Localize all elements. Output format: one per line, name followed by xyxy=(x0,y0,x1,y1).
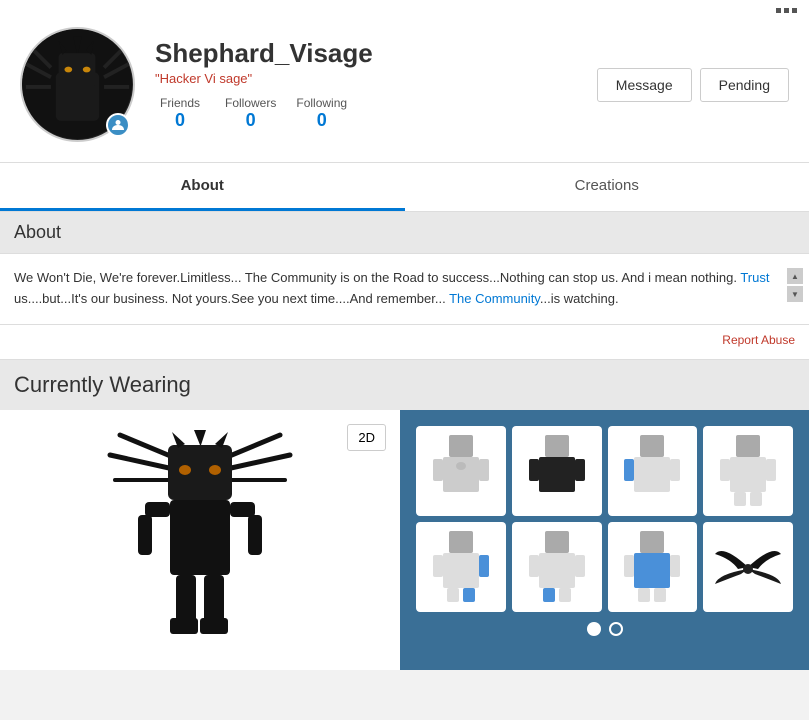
character-preview: 2D xyxy=(0,410,400,670)
item-6[interactable] xyxy=(512,522,602,612)
profile-status: "Hacker Vi sage" xyxy=(155,71,597,86)
about-heading: About xyxy=(0,212,809,254)
profile-stats: Friends 0 Followers 0 Following 0 xyxy=(155,96,597,131)
report-wrap: Report Abuse xyxy=(0,325,809,360)
wearing-content: 2D xyxy=(0,410,809,670)
tabs: About Creations xyxy=(0,163,809,212)
pending-button[interactable]: Pending xyxy=(700,68,789,102)
menu-dot-1 xyxy=(776,8,781,13)
following-stat: Following 0 xyxy=(296,96,367,131)
followers-label: Followers xyxy=(225,96,276,110)
profile-name: Shephard_Visage xyxy=(155,38,597,69)
view-2d-button[interactable]: 2D xyxy=(347,424,386,451)
scroll-down[interactable]: ▼ xyxy=(787,286,803,302)
nav-dot-1[interactable] xyxy=(587,622,601,636)
item-4-icon xyxy=(718,433,778,508)
item-2-icon xyxy=(527,433,587,508)
items-grid xyxy=(416,426,793,612)
following-label: Following xyxy=(296,96,347,110)
following-value: 0 xyxy=(296,110,347,131)
item-1-icon xyxy=(431,433,491,508)
item-3-icon xyxy=(622,433,682,508)
items-nav-dots xyxy=(416,612,793,646)
followers-stat: Followers 0 xyxy=(225,96,296,131)
item-1[interactable] xyxy=(416,426,506,516)
profile-actions: Message Pending xyxy=(597,68,789,102)
tab-about[interactable]: About xyxy=(0,163,405,211)
community-link[interactable]: The Community xyxy=(449,291,540,306)
items-panel xyxy=(400,410,809,670)
item-7-icon xyxy=(622,529,682,604)
tab-creations[interactable]: Creations xyxy=(405,163,809,211)
profile-header: Shephard_Visage "Hacker Vi sage" Friends… xyxy=(0,17,809,163)
person-icon xyxy=(111,118,125,132)
about-text-part1: We Won't Die, We're forever.Limitless...… xyxy=(14,270,740,285)
nav-dot-2[interactable] xyxy=(609,622,623,636)
currently-wearing-section: Currently Wearing 2D xyxy=(0,360,809,670)
friends-stat: Friends 0 xyxy=(155,96,225,131)
message-button[interactable]: Message xyxy=(597,68,692,102)
item-7[interactable] xyxy=(608,522,698,612)
item-5[interactable] xyxy=(416,522,506,612)
currently-wearing-heading: Currently Wearing xyxy=(0,360,809,410)
about-text-part3: ...is watching. xyxy=(540,291,619,306)
item-4[interactable] xyxy=(703,426,793,516)
top-menu-dots xyxy=(0,0,809,17)
friends-value: 0 xyxy=(155,110,205,131)
trust-link[interactable]: Trust xyxy=(740,270,769,285)
menu-dot-2 xyxy=(784,8,789,13)
menu-dot-3 xyxy=(792,8,797,13)
item-6-icon xyxy=(527,529,587,604)
about-text-part2: us....but...It's our business. Not yours… xyxy=(14,291,449,306)
profile-info: Shephard_Visage "Hacker Vi sage" Friends… xyxy=(155,38,597,131)
character-svg xyxy=(100,430,300,650)
item-2[interactable] xyxy=(512,426,602,516)
item-5-icon xyxy=(431,529,491,604)
verified-badge xyxy=(106,113,130,137)
friends-label: Friends xyxy=(155,96,205,110)
item-8[interactable] xyxy=(703,522,793,612)
followers-value: 0 xyxy=(225,110,276,131)
item-3[interactable] xyxy=(608,426,698,516)
scroll-controls: ▲ ▼ xyxy=(787,268,803,302)
about-text: We Won't Die, We're forever.Limitless...… xyxy=(14,268,795,310)
avatar-wrap xyxy=(20,27,135,142)
report-abuse-link[interactable]: Report Abuse xyxy=(722,333,795,347)
item-8-icon xyxy=(713,539,783,594)
scroll-up[interactable]: ▲ xyxy=(787,268,803,284)
about-text-wrap: We Won't Die, We're forever.Limitless...… xyxy=(0,254,809,325)
